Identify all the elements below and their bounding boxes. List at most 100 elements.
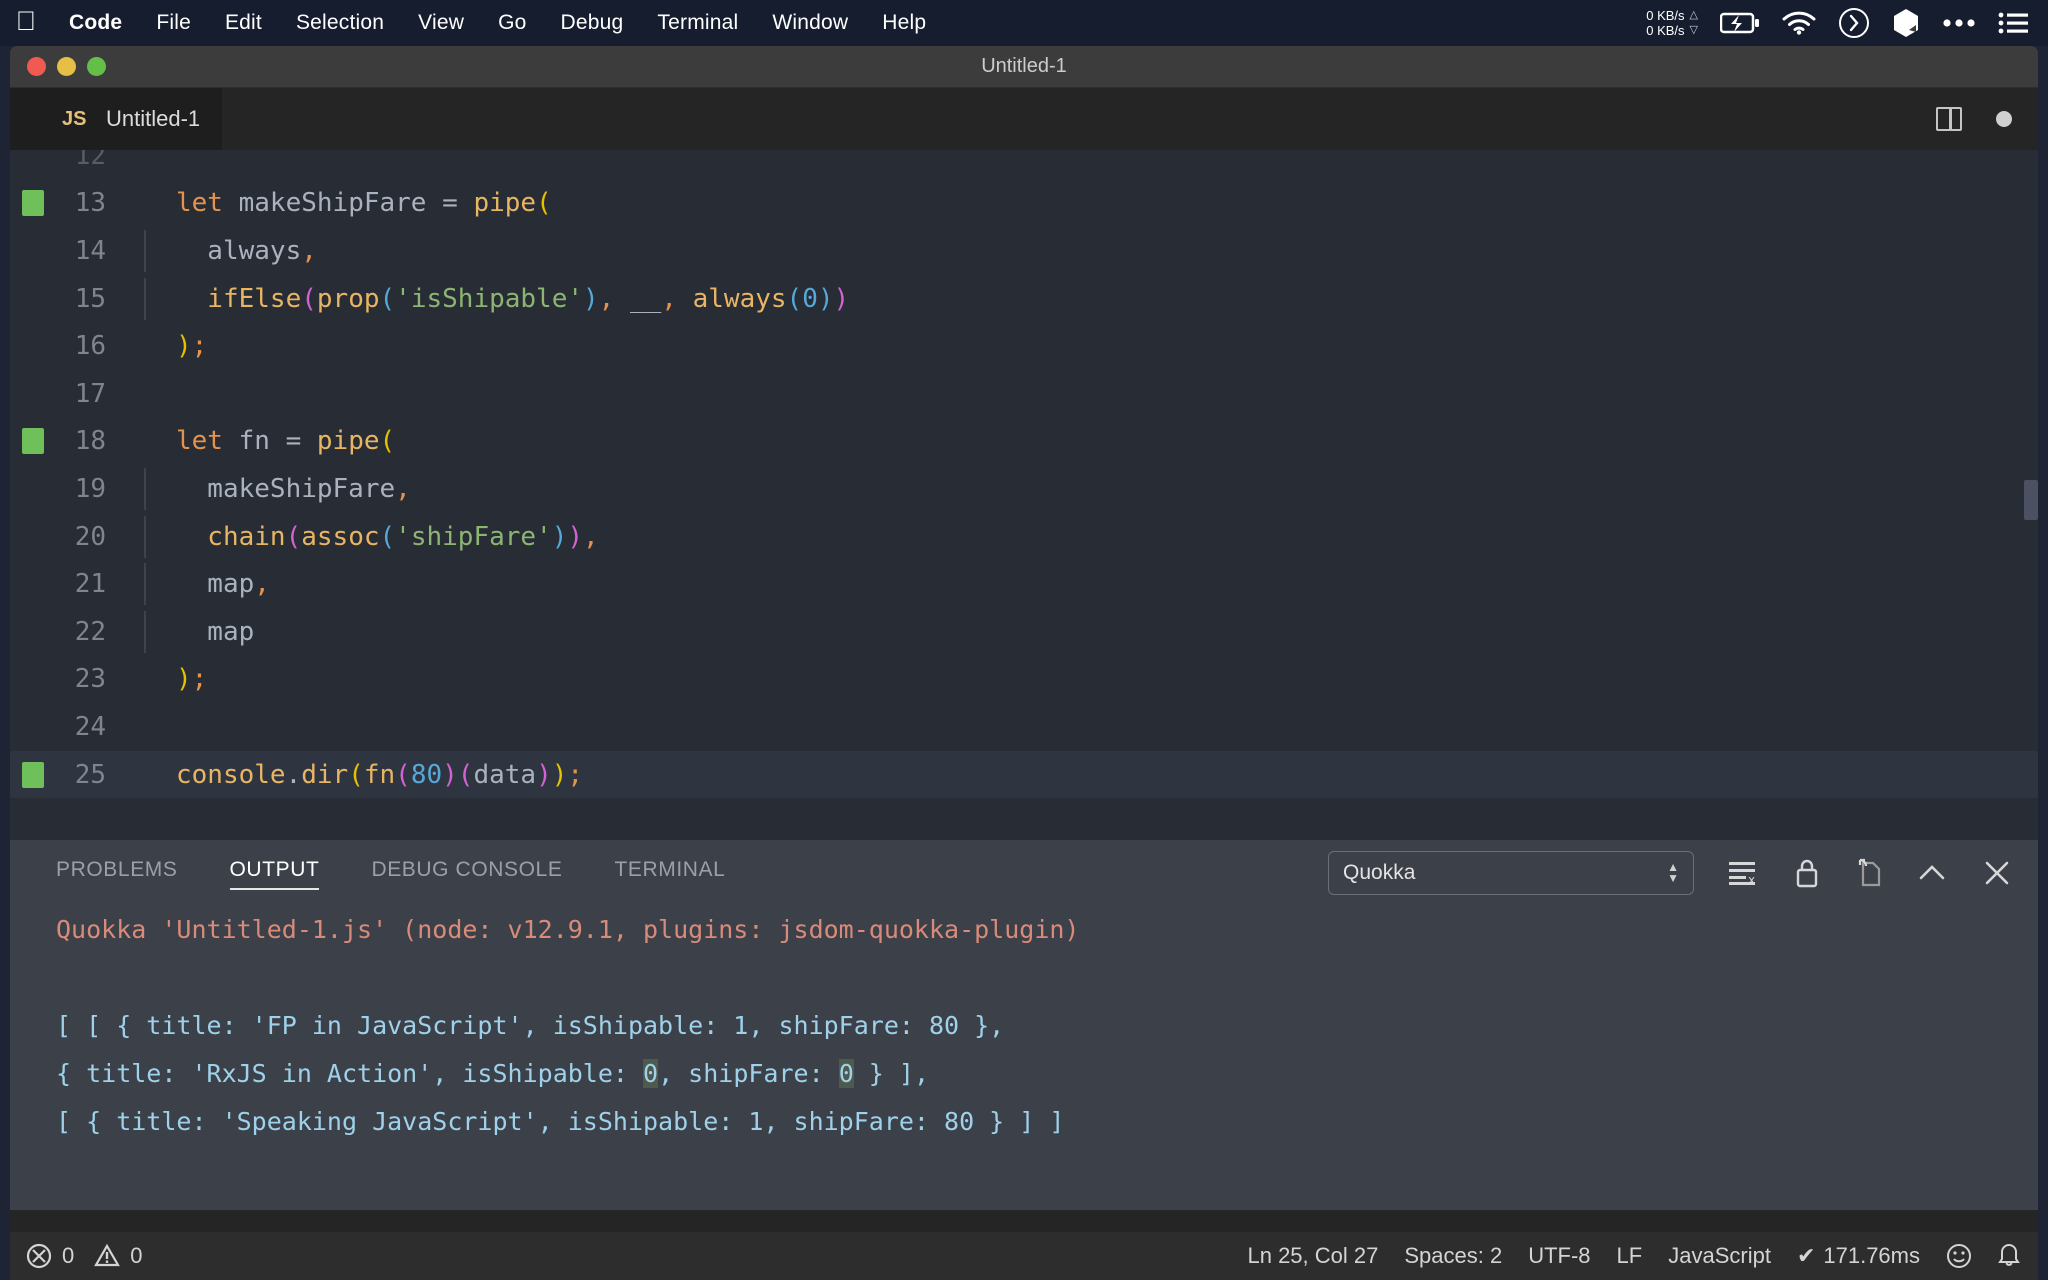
panel-tab-terminal[interactable]: TERMINAL [614,858,725,888]
line-number: 21 [74,569,106,600]
code-text: let makeShipFare = pipe( [116,188,552,218]
code-line[interactable]: 21 map, [10,560,2038,608]
status-right-group: Ln 25, Col 27 Spaces: 2 UTF-8 LF JavaScr… [1247,1243,2038,1269]
line-number: 22 [74,616,106,647]
code-text: map, [116,563,270,606]
code-token: always [176,235,302,266]
code-text: chain(assoc('shipFare')), [116,515,599,558]
code-token: let [176,188,239,219]
code-token: makeShipFare [176,473,396,504]
code-text: ); [116,664,207,694]
end-of-line-sequence[interactable]: LF [1617,1243,1643,1269]
panel-tab-problems[interactable]: PROBLEMS [56,858,178,888]
menu-item-edit[interactable]: Edit [208,11,279,35]
editor-tab-actions [1936,107,2012,131]
menu-item-code[interactable]: Code [52,11,139,35]
code-line[interactable]: 22 map [10,608,2038,656]
menu-item-help[interactable]: Help [865,11,943,35]
breakpoint-gutter[interactable] [10,428,56,455]
cursor-position[interactable]: Ln 25, Col 27 [1247,1243,1378,1269]
code-line[interactable]: 17 [10,370,2038,418]
code-token: chain [176,521,286,552]
open-in-editor-icon[interactable] [1854,857,1882,889]
close-panel-icon[interactable] [1982,858,2012,888]
code-token: pipe [473,188,537,219]
code-token: ( [379,521,396,552]
line-number: 16 [74,331,106,362]
code-token: 80 [410,759,443,790]
language-mode[interactable]: JavaScript [1668,1243,1771,1269]
upload-arrow-icon: △ [1689,9,1698,21]
code-line[interactable]: 24 [10,703,2038,751]
code-line[interactable]: 18 let fn = pipe( [10,418,2038,466]
indent-guide [144,563,146,606]
apple-logo-icon[interactable]:  [0,7,52,39]
menu-item-selection[interactable]: Selection [279,11,401,35]
bottom-panel: PROBLEMS OUTPUT DEBUG CONSOLE TERMINAL Quok… [10,840,2038,1210]
code-token: = [442,188,474,219]
code-editor[interactable]: 12 13 let makeShipFare = pipe(14 always, 15… [10,150,2038,840]
menu-item-debug[interactable]: Debug [544,11,641,35]
net-upload-speed: 0 KB/s [1646,8,1685,23]
code-token: ifElse [176,283,302,314]
editor-scroll-indicator[interactable] [2024,480,2038,520]
code-token: map [176,616,255,647]
code-line[interactable]: 23); [10,656,2038,704]
quokka-runtime-status[interactable]: ✔ 171.76ms [1797,1243,1920,1269]
quokka-live-marker-icon [22,428,44,455]
breakpoint-gutter[interactable] [10,190,56,217]
panel-tab-debug-console[interactable]: DEBUG CONSOLE [371,858,562,888]
breakpoint-gutter[interactable] [10,761,56,788]
line-number: 23 [74,664,106,695]
js-file-icon: JS [62,107,87,130]
code-token: 0 [802,283,818,314]
vscode-window: Untitled-1 JS Untitled-1 12 13 let makeShi… [10,46,2038,1280]
code-token: ( [379,283,396,314]
lock-scroll-icon[interactable] [1794,858,1820,888]
collapse-panel-icon[interactable] [1916,861,1948,885]
file-encoding[interactable]: UTF-8 [1528,1243,1590,1269]
output-content[interactable]: Quokka 'Untitled-1.js' (node: v12.9.1, p… [10,906,2038,1146]
menu-item-view[interactable]: View [401,11,481,35]
code-line[interactable]: 13 let makeShipFare = pipe( [10,180,2038,228]
code-line[interactable]: 25 console.dir(fn(80)(data)); [10,750,2038,799]
clear-output-icon[interactable]: x [1728,860,1760,886]
battery-charging-icon[interactable] [1720,12,1760,34]
code-token: ) [536,759,552,790]
wifi-icon[interactable] [1782,11,1816,35]
code-token: ) [817,283,834,314]
code-line[interactable]: 15 ifElse(prop('isShipable'), __, always… [10,275,2038,323]
indentation-setting[interactable]: Spaces: 2 [1404,1243,1502,1269]
menu-item-terminal[interactable]: Terminal [640,11,755,35]
code-line[interactable]: 12 [10,150,2038,180]
split-editor-icon[interactable] [1936,107,1962,131]
menu-item-window[interactable]: Window [755,11,865,35]
code-token: ; [191,331,208,362]
code-token: ) [833,283,850,314]
code-token: ) [583,283,599,314]
menu-item-file[interactable]: File [139,11,208,35]
runtime-duration: 171.76ms [1823,1243,1920,1268]
menu-item-go[interactable]: Go [481,11,543,35]
code-token: fn [238,426,286,457]
editor-tab-untitled-1[interactable]: JS Untitled-1 [10,88,223,150]
status-diagnostics[interactable]: 0 0 [10,1243,143,1269]
code-token: , [301,235,317,266]
code-line[interactable]: 20 chain(assoc('shipFare')), [10,513,2038,561]
clock-circle-icon[interactable] [1838,7,1870,39]
code-token: , [395,473,411,504]
code-line[interactable]: 19 makeShipFare, [10,465,2038,513]
list-menu-icon[interactable] [1998,11,2028,35]
notifications-bell-icon[interactable] [1998,1243,2020,1269]
feedback-smiley-icon[interactable] [1946,1243,1972,1269]
output-channel-select[interactable]: Quokka ▲ ▼ [1328,851,1694,895]
code-line[interactable]: 16); [10,322,2038,370]
code-line[interactable]: 14 always, [10,227,2038,275]
code-token: ) [442,759,458,790]
panel-tab-output[interactable]: OUTPUT [229,858,320,890]
ellipsis-icon[interactable] [1942,18,1976,28]
dropbox-icon[interactable] [1892,8,1920,38]
network-speed-indicator[interactable]: 0 KB/s 0 KB/s △ ▽ [1646,8,1698,38]
more-actions-icon[interactable] [1996,111,2012,127]
code-token: ( [285,521,302,552]
